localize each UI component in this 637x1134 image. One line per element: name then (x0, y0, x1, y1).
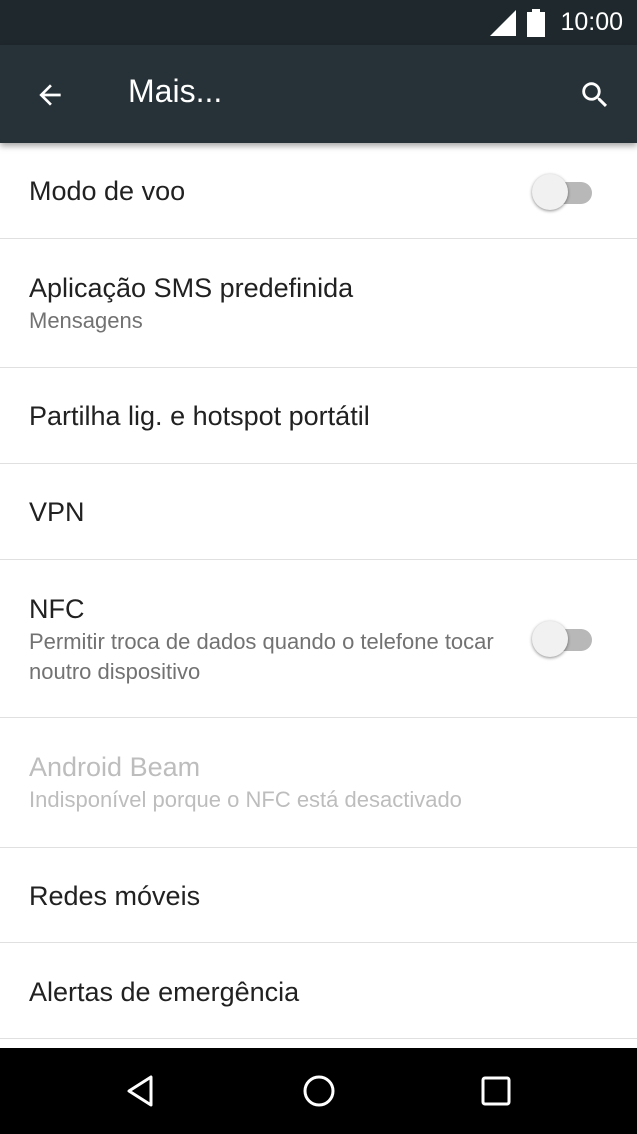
nav-recents-button[interactable] (471, 1066, 521, 1116)
nav-home-button[interactable] (294, 1066, 344, 1116)
back-button[interactable] (22, 67, 78, 123)
navigation-bar (0, 1048, 637, 1134)
recents-square-icon (481, 1076, 511, 1106)
app-bar: Mais... (0, 45, 637, 143)
nav-back-button[interactable] (116, 1066, 166, 1116)
status-time: 10:00 (560, 8, 623, 36)
setting-label: Alertas de emergência (29, 977, 300, 1007)
setting-mobile-networks[interactable]: Redes móveis (0, 848, 637, 943)
signal-icon (490, 9, 517, 36)
search-icon (582, 82, 608, 108)
back-triangle-icon (127, 1075, 153, 1107)
setting-label: VPN (29, 497, 85, 527)
setting-summary: Indisponível porque o NFC está desactiva… (29, 787, 462, 812)
nfc-toggle[interactable] (532, 619, 594, 659)
arrow-back-icon (39, 84, 61, 106)
setting-label: NFC (29, 594, 85, 624)
setting-label: Aplicação SMS predefinida (29, 273, 354, 303)
setting-label: Partilha lig. e hotspot portátil (29, 401, 370, 431)
setting-default-sms-app[interactable]: Aplicação SMS predefinida Mensagens (0, 239, 637, 368)
setting-summary: Permitir troca de dados quando o telefon… (29, 629, 494, 684)
setting-android-beam: Android Beam Indisponível porque o NFC e… (0, 718, 637, 848)
page-title: Mais... (128, 73, 223, 109)
settings-list: Modo de voo (0, 143, 637, 239)
setting-airplane-mode[interactable]: Modo de voo (0, 143, 637, 239)
search-button[interactable] (567, 67, 623, 123)
setting-label: Modo de voo (29, 176, 186, 206)
airplane-mode-toggle[interactable] (532, 172, 594, 212)
home-circle-icon (303, 1075, 335, 1107)
setting-emergency-alerts[interactable]: Alertas de emergência (0, 943, 637, 1039)
status-bar: 10:00 (0, 0, 637, 45)
status-icons: 10:00 (490, 6, 623, 39)
setting-label: Redes móveis (29, 881, 201, 911)
toggle-thumb (532, 174, 568, 210)
settings-list-body: Aplicação SMS predefinida Mensagens Part… (0, 239, 637, 1039)
battery-icon (527, 8, 546, 37)
toggle-thumb (532, 621, 568, 657)
setting-vpn[interactable]: VPN (0, 464, 637, 560)
setting-summary: Mensagens (29, 308, 143, 333)
setting-label: Android Beam (29, 752, 201, 782)
setting-nfc[interactable]: NFC Permitir troca de dados quando o tel… (0, 560, 637, 718)
setting-tethering-hotspot[interactable]: Partilha lig. e hotspot portátil (0, 368, 637, 464)
